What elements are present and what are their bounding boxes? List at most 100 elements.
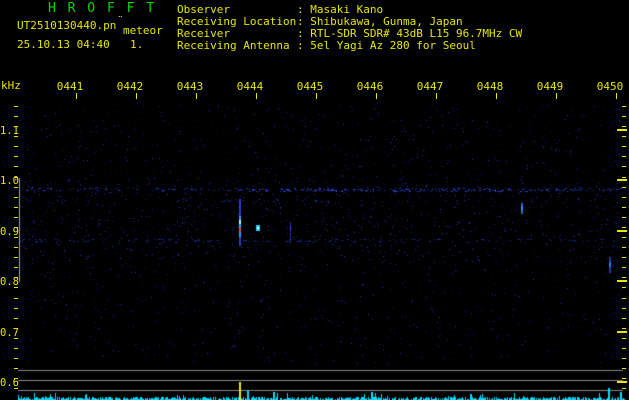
time-label: 0447 (415, 81, 445, 92)
freq-label: 0.8 (0, 277, 19, 287)
freq-minor-tick-right (622, 388, 626, 389)
station-label: meteor (123, 25, 163, 36)
time-tick (556, 93, 557, 99)
time-tick (316, 93, 317, 99)
freq-minor-tick-right (622, 267, 626, 268)
freq-minor-tick-right (622, 308, 626, 309)
freq-major-tick-right (617, 230, 627, 232)
khz-unit-label: kHz (1, 80, 21, 91)
freq-minor-tick-left (14, 287, 18, 288)
freq-major-tick-right (617, 331, 627, 333)
freq-minor-tick-left (14, 217, 18, 218)
freq-minor-tick-left (14, 257, 18, 258)
freq-minor-tick-left (14, 227, 18, 228)
freq-minor-tick-right (622, 197, 626, 198)
freq-label: 0.9 (0, 227, 19, 237)
time-tick (196, 93, 197, 99)
datetime-label: 25.10.13 04:40 (17, 39, 110, 50)
freq-minor-tick-left (14, 237, 18, 238)
freq-minor-tick-left (14, 156, 18, 157)
freq-minor-tick-left (14, 368, 18, 369)
freq-minor-tick-left (14, 136, 18, 137)
freq-minor-tick-right (622, 207, 626, 208)
freq-minor-tick-left (14, 116, 18, 117)
freq-minor-tick-left (14, 348, 18, 349)
info-value: : 5el Yagi Az 280 for Seoul (297, 40, 476, 51)
freq-label: 0.6 (0, 378, 19, 388)
time-label: 0448 (475, 81, 505, 92)
freq-minor-tick-left (14, 166, 18, 167)
freq-minor-tick-right (622, 338, 626, 339)
info-label: Receiver (177, 28, 230, 39)
freq-minor-tick-right (622, 247, 626, 248)
time-tick (136, 93, 137, 99)
freq-minor-tick-right (622, 126, 626, 127)
freq-minor-tick-right (622, 368, 626, 369)
info-label: Receiving Location (177, 16, 296, 27)
info-value: : RTL-SDR SDR# 43dB L15 96.7MHz CW (297, 28, 522, 39)
freq-minor-tick-right (622, 287, 626, 288)
freq-minor-tick-left (14, 358, 18, 359)
freq-minor-tick-left (14, 267, 18, 268)
time-label: 0450 (595, 81, 625, 92)
time-label: 0445 (295, 81, 325, 92)
freq-minor-tick-left (14, 328, 18, 329)
freq-minor-tick-right (622, 156, 626, 157)
app-title: H R O F F T (48, 3, 156, 14)
freq-major-tick-right (617, 179, 627, 181)
freq-minor-tick-left (14, 277, 18, 278)
freq-major-tick-right (617, 381, 627, 383)
freq-minor-tick-left (14, 318, 18, 319)
spectrogram-canvas (0, 0, 629, 400)
time-label: 0449 (535, 81, 565, 92)
freq-minor-tick-left (14, 308, 18, 309)
freq-label: 0.7 (0, 328, 19, 338)
time-label: 0443 (175, 81, 205, 92)
time-label: 0442 (115, 81, 145, 92)
freq-major-tick-right (617, 129, 627, 131)
time-label: 0446 (355, 81, 385, 92)
freq-minor-tick-left (14, 388, 18, 389)
freq-minor-tick-right (622, 328, 626, 329)
freq-minor-tick-right (622, 318, 626, 319)
freq-minor-tick-right (622, 378, 626, 379)
freq-minor-tick-right (622, 237, 626, 238)
freq-minor-tick-right (622, 217, 626, 218)
freq-minor-tick-left (14, 378, 18, 379)
freq-minor-tick-right (622, 298, 626, 299)
freq-minor-tick-right (622, 116, 626, 117)
time-tick (256, 93, 257, 99)
freq-minor-tick-right (622, 227, 626, 228)
freq-minor-tick-right (622, 187, 626, 188)
hrofft-screen: H R O F F T UT2510130440.pn ¨ meteor 25.… (0, 0, 629, 400)
freq-label: 1.1 (0, 126, 19, 136)
freq-minor-tick-left (14, 247, 18, 248)
freq-minor-tick-right (622, 146, 626, 147)
freq-major-tick-right (617, 280, 627, 282)
freq-minor-tick-left (14, 106, 18, 107)
time-tick (496, 93, 497, 99)
info-label: Receiving Antenna (177, 40, 290, 51)
filename: UT2510130440.pn (17, 20, 116, 31)
freq-minor-tick-left (14, 126, 18, 127)
freq-minor-tick-right (622, 177, 626, 178)
freq-minor-tick-right (622, 257, 626, 258)
freq-minor-tick-right (622, 106, 626, 107)
freq-minor-tick-right (622, 277, 626, 278)
freq-minor-tick-left (14, 187, 18, 188)
freq-minor-tick-right (622, 358, 626, 359)
info-value: : Masaki Kano (297, 4, 383, 15)
info-label: Observer (177, 4, 230, 15)
freq-minor-tick-right (622, 136, 626, 137)
echo-counter: 1. (130, 39, 143, 50)
time-label: 0444 (235, 81, 265, 92)
time-label: 0441 (55, 81, 85, 92)
freq-minor-tick-right (622, 166, 626, 167)
freq-minor-tick-left (14, 146, 18, 147)
time-tick (76, 93, 77, 99)
info-value: : Shibukawa, Gunma, Japan (297, 16, 463, 27)
freq-minor-tick-left (14, 207, 18, 208)
time-tick (616, 93, 617, 99)
freq-minor-tick-left (14, 197, 18, 198)
time-tick (436, 93, 437, 99)
